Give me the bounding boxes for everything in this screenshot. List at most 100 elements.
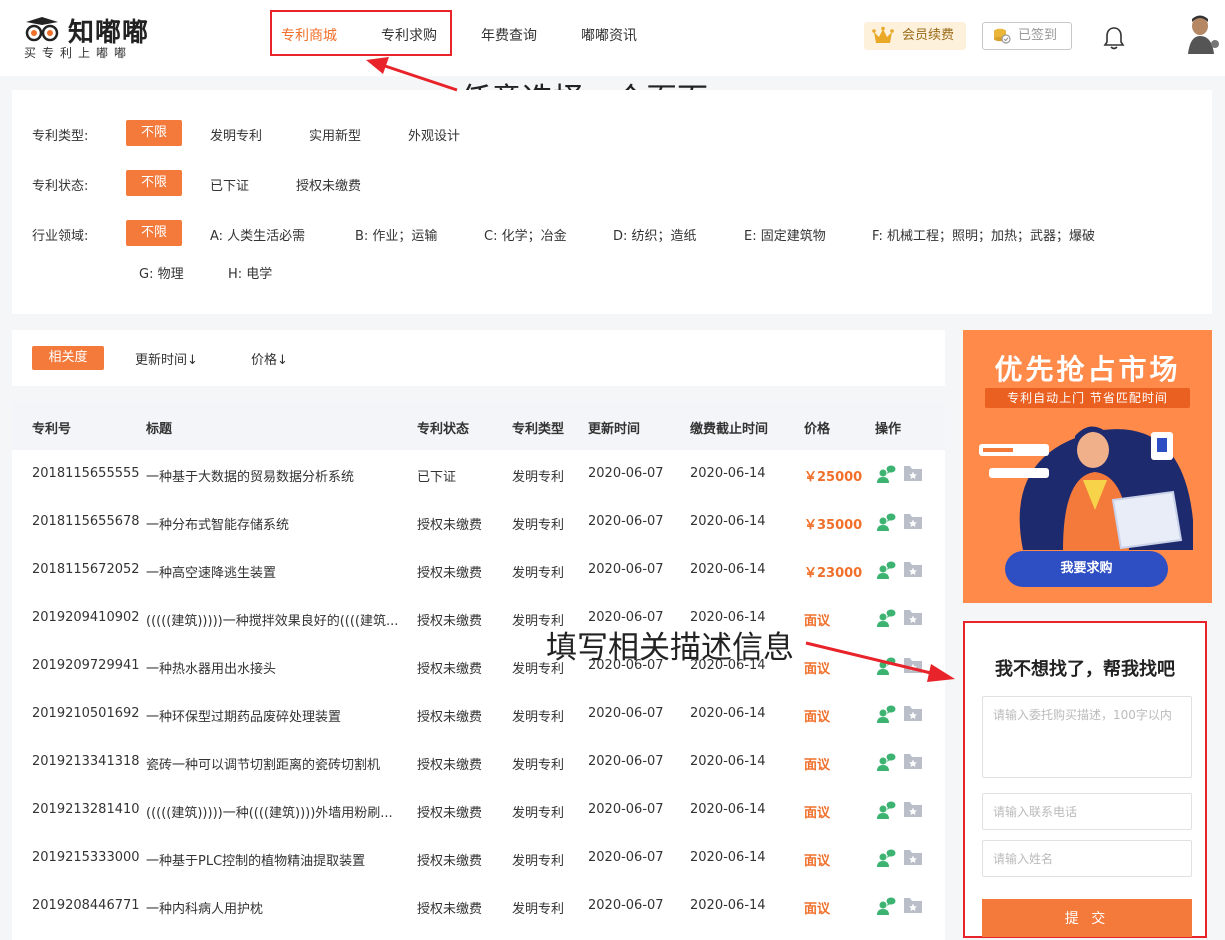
contact-seller-icon[interactable] — [876, 608, 896, 628]
nav-annual-fee[interactable]: 年费查询 — [481, 25, 537, 45]
contact-seller-icon[interactable] — [876, 752, 896, 772]
filter-type-invention[interactable]: 发明专利 — [210, 125, 262, 144]
contact-seller-icon[interactable] — [876, 800, 896, 820]
favorite-folder-icon[interactable] — [903, 703, 923, 723]
sort-update-time[interactable]: 更新时间↓ — [135, 349, 198, 368]
table-row[interactable]: 2018115672052 一种高空速降逃生装置 授权未缴费 发明专利 2020-06-… — [12, 546, 945, 594]
th-type: 专利类型 — [512, 422, 565, 437]
favorite-folder-icon[interactable] — [903, 463, 923, 483]
cell-type: 发明专利 — [512, 854, 565, 869]
contact-seller-icon[interactable] — [876, 656, 896, 676]
name-field[interactable] — [982, 840, 1192, 877]
banner-title: 优先抢占市场 — [994, 353, 1181, 386]
favorite-folder-icon[interactable] — [903, 559, 923, 579]
table-row[interactable]: 2019208446771 一种内科病人用护枕 授权未缴费 发明专利 2020-06-0… — [12, 882, 945, 930]
cell-title[interactable]: 一种基于大数据的贸易数据分析系统 — [146, 466, 354, 485]
contact-seller-icon[interactable] — [876, 896, 896, 916]
cell-title[interactable]: 一种内科病人用护枕 — [146, 898, 263, 917]
favorite-folder-icon[interactable] — [903, 895, 923, 915]
phone-field[interactable] — [982, 793, 1192, 830]
cell-title[interactable]: 一种热水器用出水接头 — [146, 658, 276, 677]
table-row[interactable]: 2019213341318 瓷砖一种可以调节切割距离的瓷砖切割机 授权未缴费 发明专利… — [12, 738, 945, 786]
filter-industry-h[interactable]: H: 电学 — [228, 263, 272, 282]
cell-fee-deadline: 2020-06-14 — [690, 898, 766, 913]
favorite-folder-icon[interactable] — [903, 511, 923, 531]
contact-seller-icon[interactable] — [876, 560, 896, 580]
table-row[interactable]: 2018115655678 一种分布式智能存储系统 授权未缴费 发明专利 2020-06… — [12, 498, 945, 546]
request-description-field[interactable] — [982, 696, 1192, 778]
cell-update-time: 2020-06-07 — [588, 754, 664, 769]
filter-type-any[interactable]: 不限 — [126, 120, 182, 146]
submit-button[interactable]: 提 交 — [982, 899, 1192, 937]
cell-title[interactable]: 一种环保型过期药品废碎处理装置 — [146, 706, 341, 725]
contact-seller-icon[interactable] — [876, 848, 896, 868]
cell-update-time: 2020-06-07 — [588, 514, 664, 529]
cell-update-time: 2020-06-07 — [588, 562, 664, 577]
cell-type: 发明专利 — [512, 710, 565, 725]
filter-industry-f[interactable]: F: 机械工程；照明；加热；武器；爆破 — [872, 225, 1095, 244]
signed-in-button[interactable]: 已签到 — [982, 22, 1072, 50]
cell-patent-no: 2019213341318 — [32, 754, 140, 769]
favorite-folder-icon[interactable] — [903, 751, 923, 771]
table-row[interactable]: 2019215333000 一种基于PLC控制的植物精油提取装置 授权未缴费 发明专利… — [12, 834, 945, 882]
bell-icon[interactable] — [1103, 26, 1125, 50]
favorite-folder-icon[interactable] — [903, 799, 923, 819]
contact-seller-icon[interactable] — [876, 704, 896, 724]
cell-title[interactable]: (((((建筑)))))一种((((建筑))))外墙用粉刷... — [146, 802, 393, 821]
filter-status-any[interactable]: 不限 — [126, 170, 182, 196]
filter-industry-g[interactable]: G: 物理 — [139, 263, 184, 282]
cell-price: ￥25000 — [804, 470, 863, 485]
nav-patent-mall[interactable]: 专利商城 — [281, 25, 337, 45]
contact-seller-icon[interactable] — [876, 464, 896, 484]
person-laptop-illustration — [979, 426, 1193, 550]
filter-type-design[interactable]: 外观设计 — [408, 125, 460, 144]
filter-industry-b[interactable]: B: 作业；运输 — [355, 225, 437, 244]
cell-status: 授权未缴费 — [417, 614, 483, 629]
request-purchase-button[interactable]: 我要求购 — [1005, 551, 1168, 587]
cell-patent-no: 2019208446771 — [32, 898, 140, 913]
cell-status: 已下证 — [417, 470, 457, 485]
cell-status: 授权未缴费 — [417, 710, 483, 725]
table-row[interactable]: 2019209410902 (((((建筑)))))一种搅拌效果良好的((((建筑… — [12, 594, 945, 642]
favorite-folder-icon[interactable] — [903, 847, 923, 867]
cell-price: ￥23000 — [804, 566, 863, 581]
table-row[interactable]: 2019213281410 (((((建筑)))))一种((((建筑))))外墙用… — [12, 786, 945, 834]
th-price: 价格 — [804, 422, 831, 437]
table-row[interactable]: 2019209729941 一种热水器用出水接头 授权未缴费 发明专利 2020-06-… — [12, 642, 945, 690]
nav-news[interactable]: 嘟嘟资讯 — [581, 25, 637, 45]
favorite-folder-icon[interactable] — [903, 655, 923, 675]
sort-relevance[interactable]: 相关度 — [32, 346, 104, 370]
promo-banner[interactable]: 优先抢占市场 专利自动上门 节省匹配时间 我要求购 — [963, 330, 1212, 603]
cell-fee-deadline: 2020-06-14 — [690, 850, 766, 865]
sort-price[interactable]: 价格↓ — [251, 349, 288, 368]
avatar[interactable] — [1184, 14, 1220, 54]
cell-title[interactable]: 瓷砖一种可以调节切割距离的瓷砖切割机 — [146, 754, 380, 773]
site-logo[interactable]: 知嘟嘟 买专利上嘟嘟 — [22, 12, 162, 62]
th-title: 标题 — [146, 422, 173, 437]
filter-industry-c[interactable]: C: 化学；冶金 — [484, 225, 567, 244]
cell-price: 面议 — [804, 902, 831, 917]
favorite-folder-icon[interactable] — [903, 607, 923, 627]
filter-industry-any[interactable]: 不限 — [126, 220, 182, 246]
annotation-form-hint: 填写相关描述信息 — [546, 630, 794, 666]
filter-industry-e[interactable]: E: 固定建筑物 — [744, 225, 826, 244]
filter-industry-a[interactable]: A: 人类生活必需 — [210, 225, 305, 244]
cell-status: 授权未缴费 — [417, 566, 483, 581]
cell-update-time: 2020-06-07 — [588, 898, 664, 913]
contact-seller-icon[interactable] — [876, 512, 896, 532]
table-row[interactable]: 2019210501692 一种环保型过期药品废碎处理装置 授权未缴费 发明专利 202… — [12, 690, 945, 738]
nav-patent-request[interactable]: 专利求购 — [381, 25, 437, 45]
filter-status-unpaid[interactable]: 授权未缴费 — [296, 175, 361, 194]
filter-status-certified[interactable]: 已下证 — [210, 175, 249, 194]
cell-title[interactable]: 一种基于PLC控制的植物精油提取装置 — [146, 850, 365, 869]
filter-industry-d[interactable]: D: 纺织；造纸 — [613, 225, 697, 244]
table-row[interactable]: 2018115655555 一种基于大数据的贸易数据分析系统 已下证 发明专利 2020… — [12, 450, 945, 498]
cell-title[interactable]: 一种分布式智能存储系统 — [146, 514, 289, 533]
vip-renew-button[interactable]: 会员续费 — [864, 22, 966, 50]
cell-title[interactable]: 一种高空速降逃生装置 — [146, 562, 276, 581]
cell-status: 授权未缴费 — [417, 902, 483, 917]
cell-fee-deadline: 2020-06-14 — [690, 802, 766, 817]
filter-type-utility[interactable]: 实用新型 — [309, 125, 361, 144]
filter-panel: 专利类型: 不限 发明专利 实用新型 外观设计 专利状态: 不限 已下证 授权未… — [12, 90, 1212, 314]
cell-title[interactable]: (((((建筑)))))一种搅拌效果良好的((((建筑... — [146, 610, 398, 629]
